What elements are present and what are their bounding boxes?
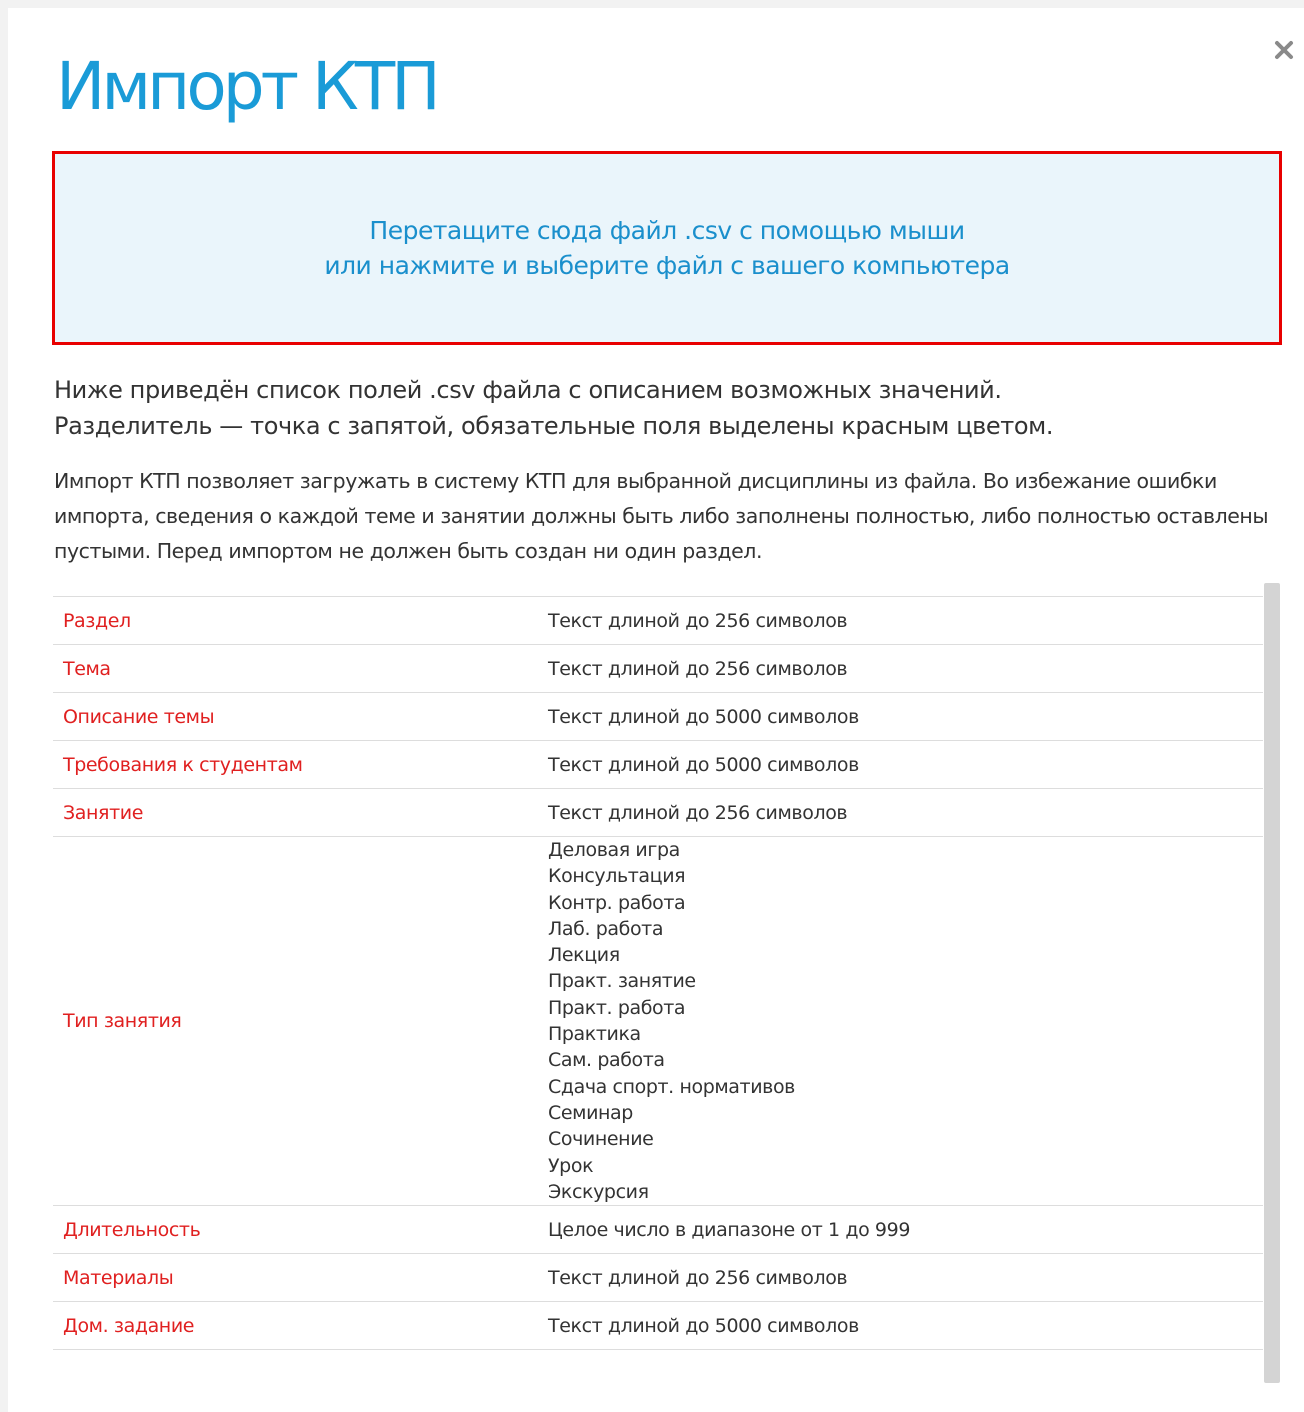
- intro-text: Ниже приведён список полей .csv файла с …: [54, 372, 1274, 444]
- field-name: Описание темы: [53, 692, 538, 741]
- table-row: Длительность Целое число в диапазоне от …: [53, 1205, 1263, 1254]
- field-name: Тип занятия: [53, 835, 538, 1206]
- field-name: Занятие: [53, 788, 538, 837]
- field-value: Текст длиной до 5000 символов: [538, 740, 1263, 789]
- lesson-type-option: Лаб. работа: [548, 917, 664, 940]
- intro-line1: Ниже приведён список полей .csv файла с …: [54, 376, 1002, 404]
- table-row: Требования к студентам Текст длиной до 5…: [53, 740, 1263, 789]
- table-row: Раздел Текст длиной до 256 символов: [53, 596, 1263, 645]
- dropzone-text-line2: или нажмите и выберите файл с вашего ком…: [324, 251, 1010, 280]
- field-value: Текст длиной до 256 символов: [538, 644, 1263, 693]
- table-row: Материалы Текст длиной до 256 символов: [53, 1253, 1263, 1302]
- lesson-type-option: Сам. работа: [548, 1049, 665, 1072]
- field-value: Текст длиной до 256 символов: [538, 788, 1263, 837]
- lesson-type-option: Контр. работа: [548, 891, 686, 914]
- table-scrollbar[interactable]: [1264, 583, 1280, 1383]
- field-name: Тема: [53, 644, 538, 693]
- field-name: Раздел: [53, 596, 538, 645]
- field-value: Текст длиной до 256 символов: [538, 1253, 1263, 1302]
- lesson-type-option: Деловая игра: [548, 839, 680, 861]
- field-value: Текст длиной до 256 символов: [538, 596, 1263, 645]
- close-button[interactable]: [1270, 34, 1300, 64]
- field-name: Дом. задание: [53, 1301, 538, 1351]
- table-row: Дом. задание Текст длиной до 5000 символ…: [53, 1301, 1263, 1351]
- import-description: Импорт КТП позволяет загружать в систему…: [54, 469, 1269, 563]
- lesson-type-option: Практ. работа: [548, 996, 686, 1019]
- close-icon: [1275, 41, 1293, 59]
- table-row: Занятие Текст длиной до 256 символов: [53, 788, 1263, 837]
- lesson-type-option: Практ. занятие: [548, 970, 696, 993]
- table-row: Описание темы Текст длиной до 5000 симво…: [53, 692, 1263, 741]
- fields-table-container: Раздел Текст длиной до 256 символов Тема…: [53, 596, 1263, 1351]
- modal-title: Импорт КТП: [56, 48, 441, 125]
- lesson-type-option: Лекция: [548, 944, 620, 967]
- field-value: Текст длиной до 5000 символов: [538, 692, 1263, 741]
- field-value: Текст длиной до 5000 символов: [538, 1301, 1263, 1351]
- lesson-type-option: Урок: [548, 1154, 594, 1177]
- fields-table: Раздел Текст длиной до 256 символов Тема…: [53, 596, 1263, 1351]
- file-dropzone[interactable]: Перетащите сюда файл .csv с помощью мыши…: [52, 151, 1282, 345]
- lesson-type-option: Консультация: [548, 865, 686, 888]
- lesson-type-option: Сочинение: [548, 1128, 654, 1151]
- lesson-type-option: Экскурсия: [548, 1180, 649, 1203]
- field-name: Длительность: [53, 1205, 538, 1254]
- lesson-type-option: Семинар: [548, 1101, 633, 1124]
- field-value: Целое число в диапазоне от 1 до 999: [538, 1205, 1263, 1254]
- lesson-type-option: Сдача спорт. нормативов: [548, 1075, 795, 1098]
- field-name: Требования к студентам: [53, 740, 538, 789]
- table-row: Тип занятия Деловая игра Консультация Ко…: [53, 835, 1263, 1206]
- field-name: Материалы: [53, 1253, 538, 1302]
- dropzone-text-line1: Перетащите сюда файл .csv с помощью мыши: [369, 216, 965, 245]
- lesson-type-option: Практика: [548, 1023, 641, 1046]
- intro-line2: Разделитель — точка с запятой, обязатель…: [54, 412, 1054, 440]
- table-row: Тема Текст длиной до 256 символов: [53, 644, 1263, 693]
- field-options: Деловая игра Консультация Контр. работа …: [538, 835, 1263, 1206]
- import-ktp-modal: Импорт КТП Перетащите сюда файл .csv с п…: [8, 8, 1304, 1412]
